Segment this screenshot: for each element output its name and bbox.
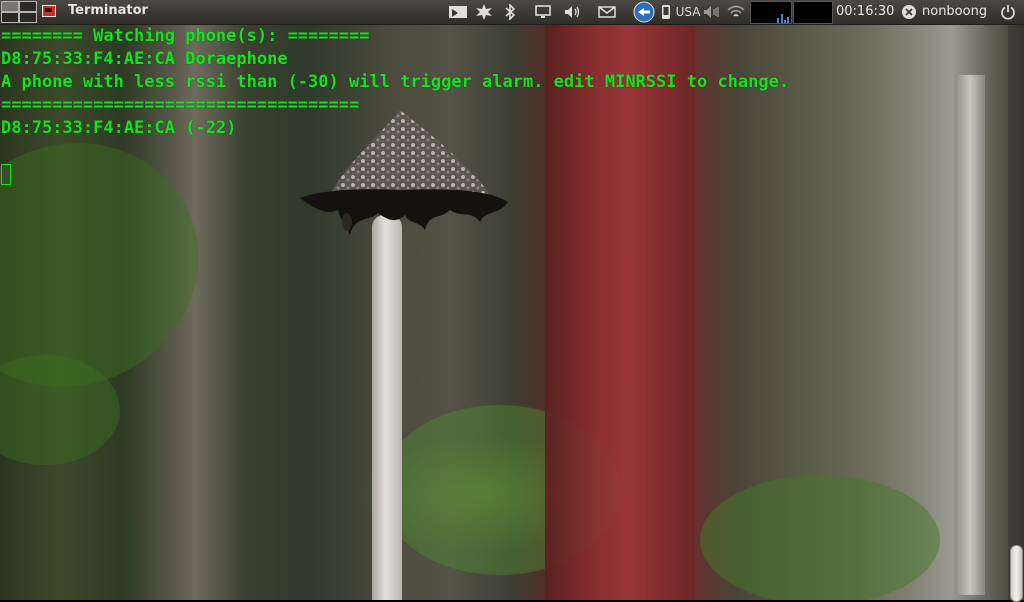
clock[interactable]: 00:16:30	[836, 4, 894, 19]
terminal-line: ===================================	[1, 95, 360, 115]
app-title[interactable]: Terminator	[68, 3, 148, 18]
terminal-line: ======== Watching phone(s): ========	[1, 26, 370, 46]
terminal-cursor	[1, 164, 11, 185]
username[interactable]: nonboong	[922, 4, 987, 19]
phone-icon[interactable]	[659, 2, 673, 22]
system-monitor-cpu[interactable]	[750, 1, 792, 24]
workspace-switcher[interactable]	[1, 1, 37, 23]
terminal-line: D8:75:33:F4:AE:CA (-22)	[1, 118, 237, 138]
mail-icon[interactable]	[596, 2, 618, 22]
terminal-line: A phone with less rssi than (-30) will t…	[1, 72, 790, 92]
display-icon[interactable]	[532, 2, 554, 22]
top-panel: Terminator USA 00:16:30 nonboong	[0, 0, 1024, 25]
user-icon[interactable]	[900, 2, 918, 22]
network-transfer-icon[interactable]	[473, 2, 495, 22]
workspace-2[interactable]	[19, 1, 37, 12]
volume-icon[interactable]	[562, 2, 584, 22]
teamviewer-icon[interactable]	[632, 1, 656, 23]
wifi-icon[interactable]	[726, 2, 746, 22]
power-icon[interactable]	[998, 2, 1018, 22]
terminal-window[interactable]: ======== Watching phone(s): ======== D8:…	[0, 25, 1008, 600]
audio-level-icon[interactable]	[702, 2, 722, 22]
workspace-3[interactable]	[1, 12, 19, 23]
terminal-scrollbar[interactable]	[1008, 25, 1024, 602]
scrollbar-thumb[interactable]	[1010, 545, 1023, 602]
workspace-1[interactable]	[1, 1, 19, 12]
terminal-line: D8:75:33:F4:AE:CA Doraephone	[1, 49, 288, 69]
screenshot-icon[interactable]	[447, 2, 469, 22]
system-monitor-memory[interactable]	[793, 1, 833, 24]
terminator-app-icon[interactable]	[42, 5, 56, 17]
keyboard-layout-indicator[interactable]: USA	[676, 2, 701, 22]
bluetooth-icon[interactable]	[500, 2, 520, 22]
workspace-4[interactable]	[19, 12, 37, 23]
